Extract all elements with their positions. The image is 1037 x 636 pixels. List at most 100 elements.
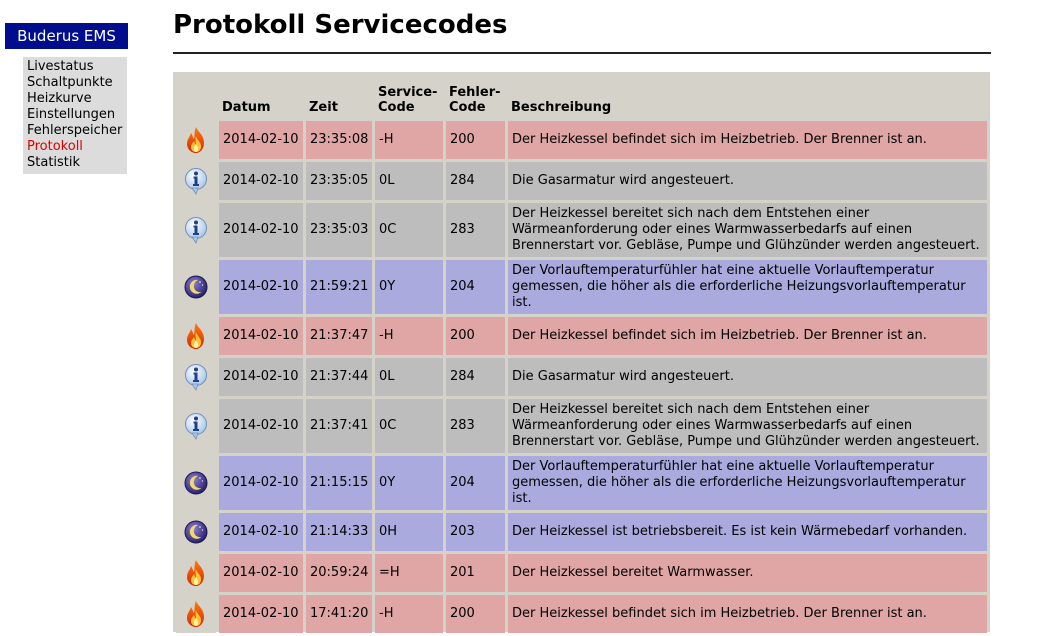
- cell-fehler-code: 284: [446, 162, 505, 200]
- row-status-icon-cell: [176, 203, 216, 257]
- row-status-icon-cell: [176, 513, 216, 551]
- page-title: Protokoll Servicecodes: [173, 10, 508, 40]
- cell-zeit: 23:35:05: [306, 162, 372, 200]
- header-icon: [176, 77, 216, 118]
- cell-service-code: -H: [375, 121, 443, 159]
- fire-icon: [184, 323, 208, 349]
- table-row: 2014-02-10 21:37:44 0L 284 Die Gasarmatur wi…: [176, 358, 987, 396]
- cell-zeit: 20:59:24: [306, 554, 372, 592]
- nav-item-einstellungen[interactable]: Einstellungen: [27, 107, 127, 123]
- moon-icon: [184, 471, 208, 495]
- nav-item-statistik[interactable]: Statistik: [27, 155, 127, 171]
- table-row: 2014-02-10 21:14:33 0H 203 Der Heizkessel is…: [176, 513, 987, 551]
- cell-datum: 2014-02-10: [219, 399, 303, 453]
- protocol-table: Datum Zeit Service- Code Fehler- Code Besc…: [173, 74, 990, 636]
- cell-fehler-code: 200: [446, 121, 505, 159]
- cell-zeit: 21:59:21: [306, 260, 372, 314]
- row-status-icon-cell: [176, 162, 216, 200]
- cell-datum: 2014-02-10: [219, 317, 303, 355]
- cell-service-code: -H: [375, 317, 443, 355]
- row-status-icon-cell: [176, 554, 216, 592]
- cell-beschreibung: Der Heizkessel bereitet sich nach dem En…: [508, 399, 987, 453]
- table-row: 2014-02-10 20:59:24 =H 201 Der Heizkessel be…: [176, 554, 987, 592]
- cell-datum: 2014-02-10: [219, 162, 303, 200]
- table-header-row: Datum Zeit Service- Code Fehler- Code Besc…: [176, 77, 987, 118]
- cell-service-code: 0C: [375, 399, 443, 453]
- nav-item-fehlerspeicher[interactable]: Fehlerspeicher: [27, 123, 127, 139]
- cell-zeit: 17:41:20: [306, 595, 372, 633]
- nav-item-heizkurve[interactable]: Heizkurve: [27, 91, 127, 107]
- protocol-table-container: Datum Zeit Service- Code Fehler- Code Besc…: [173, 72, 990, 633]
- cell-beschreibung: Der Vorlauftemperaturfühler hat eine akt…: [508, 260, 987, 314]
- nav-item-protokoll[interactable]: Protokoll: [27, 139, 127, 155]
- moon-icon: [184, 275, 208, 299]
- cell-fehler-code: 204: [446, 260, 505, 314]
- cell-service-code: =H: [375, 554, 443, 592]
- cell-service-code: -H: [375, 595, 443, 633]
- cell-beschreibung: Der Heizkessel bereitet Warmwasser.: [508, 554, 987, 592]
- cell-fehler-code: 283: [446, 399, 505, 453]
- fire-icon: [184, 560, 208, 586]
- info-icon: [184, 217, 208, 244]
- cell-fehler-code: 201: [446, 554, 505, 592]
- cell-datum: 2014-02-10: [219, 203, 303, 257]
- cell-datum: 2014-02-10: [219, 358, 303, 396]
- table-row: 2014-02-10 21:59:21 0Y 204 Der Vorlauftemper…: [176, 260, 987, 314]
- cell-datum: 2014-02-10: [219, 554, 303, 592]
- cell-service-code: 0Y: [375, 260, 443, 314]
- cell-zeit: 21:14:33: [306, 513, 372, 551]
- table-row: 2014-02-10 23:35:03 0C 283 Der Heizkessel be…: [176, 203, 987, 257]
- row-status-icon-cell: [176, 595, 216, 633]
- title-divider: [173, 52, 991, 54]
- cell-fehler-code: 203: [446, 513, 505, 551]
- header-fehler-line1: Fehler-: [449, 85, 501, 100]
- row-status-icon-cell: [176, 121, 216, 159]
- row-status-icon-cell: [176, 317, 216, 355]
- cell-datum: 2014-02-10: [219, 260, 303, 314]
- header-service-line1: Service-: [378, 85, 438, 100]
- cell-zeit: 21:37:47: [306, 317, 372, 355]
- row-status-icon-cell: [176, 358, 216, 396]
- cell-zeit: 23:35:08: [306, 121, 372, 159]
- header-fehler-code: Fehler- Code: [446, 77, 505, 118]
- header-fehler-line2: Code: [449, 100, 486, 115]
- row-status-icon-cell: [176, 456, 216, 510]
- cell-service-code: 0L: [375, 162, 443, 200]
- cell-service-code: 0Y: [375, 456, 443, 510]
- header-service-line2: Code: [378, 100, 415, 115]
- cell-service-code: 0L: [375, 358, 443, 396]
- cell-fehler-code: 204: [446, 456, 505, 510]
- cell-fehler-code: 284: [446, 358, 505, 396]
- cell-datum: 2014-02-10: [219, 513, 303, 551]
- cell-beschreibung: Der Heizkessel befindet sich im Heizbetr…: [508, 595, 987, 633]
- cell-beschreibung: Der Vorlauftemperaturfühler hat eine akt…: [508, 456, 987, 510]
- cell-beschreibung: Der Heizkessel bereitet sich nach dem En…: [508, 203, 987, 257]
- table-row: 2014-02-10 17:41:20 -H 200 Der Heizkessel be…: [176, 595, 987, 633]
- header-datum: Datum: [222, 100, 271, 115]
- info-icon: [184, 168, 208, 195]
- table-row: 2014-02-10 21:37:41 0C 283 Der Heizkessel be…: [176, 399, 987, 453]
- nav-item-schaltpunkte[interactable]: Schaltpunkte: [27, 75, 127, 91]
- cell-fehler-code: 200: [446, 317, 505, 355]
- cell-beschreibung: Der Heizkessel befindet sich im Heizbetr…: [508, 121, 987, 159]
- cell-zeit: 21:37:44: [306, 358, 372, 396]
- cell-datum: 2014-02-10: [219, 595, 303, 633]
- cell-datum: 2014-02-10: [219, 456, 303, 510]
- row-status-icon-cell: [176, 399, 216, 453]
- cell-beschreibung: Der Heizkessel befindet sich im Heizbetr…: [508, 317, 987, 355]
- sidebar-nav: Livestatus Schaltpunkte Heizkurve Einste…: [23, 57, 127, 174]
- cell-service-code: 0H: [375, 513, 443, 551]
- cell-beschreibung: Die Gasarmatur wird angesteuert.: [508, 162, 987, 200]
- cell-zeit: 23:35:03: [306, 203, 372, 257]
- table-row: 2014-02-10 23:35:05 0L 284 Die Gasarmatur wi…: [176, 162, 987, 200]
- info-icon: [184, 364, 208, 391]
- cell-beschreibung: Der Heizkessel ist betriebsbereit. Es is…: [508, 513, 987, 551]
- cell-datum: 2014-02-10: [219, 121, 303, 159]
- moon-icon: [184, 520, 208, 544]
- cell-service-code: 0C: [375, 203, 443, 257]
- table-row: 2014-02-10 21:37:47 -H 200 Der Heizkessel be…: [176, 317, 987, 355]
- header-service-code: Service- Code: [375, 77, 443, 118]
- nav-item-livestatus[interactable]: Livestatus: [27, 59, 127, 75]
- brand-title: Buderus EMS: [5, 23, 128, 49]
- cell-zeit: 21:15:15: [306, 456, 372, 510]
